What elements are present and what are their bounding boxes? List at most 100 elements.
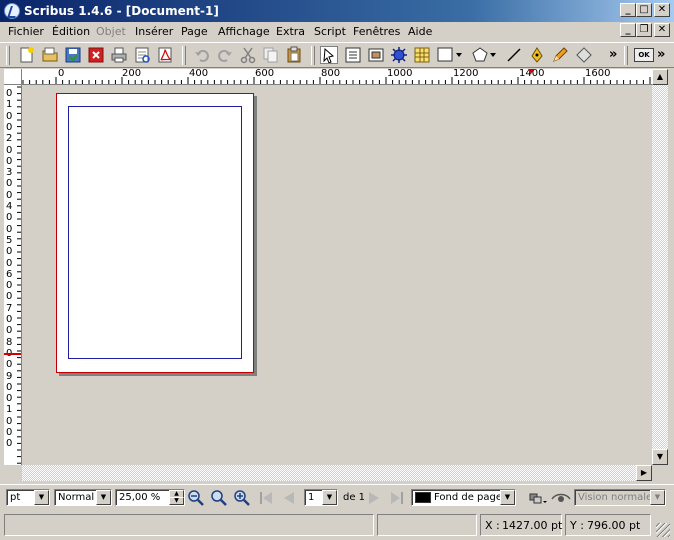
toolbar-grip[interactable] [6, 46, 10, 65]
toolbar-grip[interactable] [182, 46, 186, 65]
menu-extra[interactable]: Extra [276, 25, 305, 38]
table-icon[interactable] [413, 46, 431, 64]
zoom-in-icon[interactable] [233, 489, 251, 507]
vertical-scrollbar[interactable]: ▲ ▼ [652, 69, 668, 465]
rotate-icon[interactable] [575, 46, 593, 64]
zoom-out-icon[interactable] [187, 489, 205, 507]
ruler-label: 0 [58, 69, 65, 79]
menu-bar: Fichier Édition Objet Insérer Page Affic… [0, 22, 674, 41]
freehand-pencil-icon[interactable] [551, 46, 569, 64]
menu-edition[interactable]: Édition [52, 25, 90, 38]
image-mode-select[interactable]: Normal ▼ [54, 489, 112, 506]
export-pdf-icon[interactable] [156, 46, 174, 64]
chevron-down-icon[interactable]: ▼ [500, 490, 515, 505]
render-frame-icon[interactable] [390, 46, 408, 64]
document-close-button[interactable]: ✕ [654, 23, 670, 37]
layer-select[interactable]: Fond de page ▼ [411, 489, 516, 506]
scroll-up-button[interactable]: ▲ [652, 69, 668, 85]
chevron-down-icon[interactable]: ▼ [96, 490, 111, 505]
minimize-button[interactable]: _ [620, 3, 636, 17]
line-icon[interactable] [505, 46, 523, 64]
last-page-icon[interactable] [388, 489, 406, 507]
redo-icon[interactable] [216, 46, 234, 64]
open-folder-icon[interactable] [41, 46, 59, 64]
undo-icon[interactable] [193, 46, 211, 64]
unit-select[interactable]: pt ▼ [6, 489, 50, 506]
menu-inserer[interactable]: Insérer [135, 25, 173, 38]
ruler-label: 0 [6, 155, 13, 167]
menu-fichier[interactable]: Fichier [8, 25, 44, 38]
print-icon[interactable] [110, 46, 128, 64]
ruler-label: 4 [6, 201, 13, 212]
document-restore-button[interactable]: ❐ [636, 23, 652, 37]
text-frame-icon[interactable] [344, 46, 362, 64]
copy-icon[interactable] [262, 46, 280, 64]
view-toggle-icon[interactable] [528, 489, 547, 507]
menu-aide[interactable]: Aide [408, 25, 432, 38]
ruler-label: 0 [6, 415, 13, 427]
shape-rectangle-icon[interactable] [437, 46, 462, 64]
page-number-select[interactable]: 1 ▼ [304, 489, 338, 506]
save-icon[interactable] [64, 46, 82, 64]
layer-value: Fond de page [434, 492, 503, 503]
menu-fenetres[interactable]: Fenêtres [353, 25, 400, 38]
image-frame-icon[interactable] [367, 46, 385, 64]
toolbar-grip[interactable] [624, 46, 628, 65]
y-coordinate-panel: Y : 796.00 pt [565, 514, 651, 536]
scribus-app-icon[interactable] [4, 3, 20, 19]
chevron-down-icon[interactable]: ▼ [322, 490, 337, 505]
document-page[interactable] [56, 93, 254, 373]
toolbar-grip[interactable] [311, 46, 315, 65]
menu-objet[interactable]: Objet [96, 25, 126, 38]
first-page-icon[interactable] [257, 489, 275, 507]
vertical-ruler: 01002003004005006007008009001000 [4, 85, 22, 465]
menu-affichage[interactable]: Affichage [218, 25, 270, 38]
ruler-label: 0 [6, 189, 13, 201]
maximize-button[interactable]: □ [636, 3, 652, 17]
ruler-label: 7 [6, 302, 13, 314]
preview-mode-select[interactable]: Vision normale ▼ [574, 489, 666, 506]
scroll-down-button[interactable]: ▼ [652, 449, 668, 465]
cut-icon[interactable] [239, 46, 257, 64]
preview-mode-value: Vision normale [578, 492, 653, 503]
resize-grip[interactable] [656, 523, 670, 537]
x-coordinate-label: X : [485, 519, 500, 532]
polygon-icon[interactable] [471, 46, 496, 64]
scroll-right-button[interactable]: ▶ [636, 465, 652, 481]
preflight-verifier-icon[interactable] [133, 46, 151, 64]
toolbar-overflow-button-2[interactable]: » [657, 47, 674, 65]
document-canvas[interactable] [22, 85, 652, 465]
document-minimize-button[interactable]: _ [620, 23, 636, 37]
menu-page[interactable]: Page [181, 25, 208, 38]
previous-page-icon[interactable] [280, 489, 298, 507]
ruler-label: 1000 [387, 69, 413, 79]
paste-icon[interactable] [285, 46, 303, 64]
preview-eye-icon[interactable] [551, 489, 571, 507]
spin-down-icon[interactable]: ▼ [169, 497, 184, 505]
mode-value: Normal [58, 492, 95, 503]
bezier-pen-icon[interactable] [528, 46, 546, 64]
horizontal-scrollbar[interactable]: ▶ [22, 465, 652, 481]
zoom-spinbox[interactable]: 25,00 % ▲ ▼ [115, 489, 185, 506]
cursor-position-marker [528, 69, 534, 74]
unit-value: pt [10, 492, 21, 503]
select-arrow-icon[interactable] [320, 46, 338, 64]
status-bar: X : 1427.00 pt Y : 796.00 pt [0, 511, 674, 540]
new-document-icon[interactable] [18, 46, 36, 64]
ruler-label: 0 [6, 257, 13, 269]
zoom-actual-icon[interactable] [210, 489, 228, 507]
ruler-corner[interactable] [4, 69, 22, 85]
chevron-down-icon[interactable]: ▼ [34, 490, 49, 505]
status-message-panel [4, 514, 374, 536]
ruler-label: 0 [6, 325, 13, 337]
ruler-label: 0 [6, 223, 13, 235]
menu-script[interactable]: Script [314, 25, 346, 38]
ruler-label: 0 [6, 246, 13, 258]
close-button[interactable]: ✕ [654, 3, 670, 17]
ruler-label: 0 [6, 212, 13, 224]
ok-button[interactable]: OK [634, 48, 654, 62]
next-page-icon[interactable] [365, 489, 383, 507]
close-document-icon[interactable] [87, 46, 105, 64]
x-coordinate-value: 1427.00 pt [502, 519, 563, 532]
chevron-down-icon[interactable]: ▼ [650, 490, 665, 505]
